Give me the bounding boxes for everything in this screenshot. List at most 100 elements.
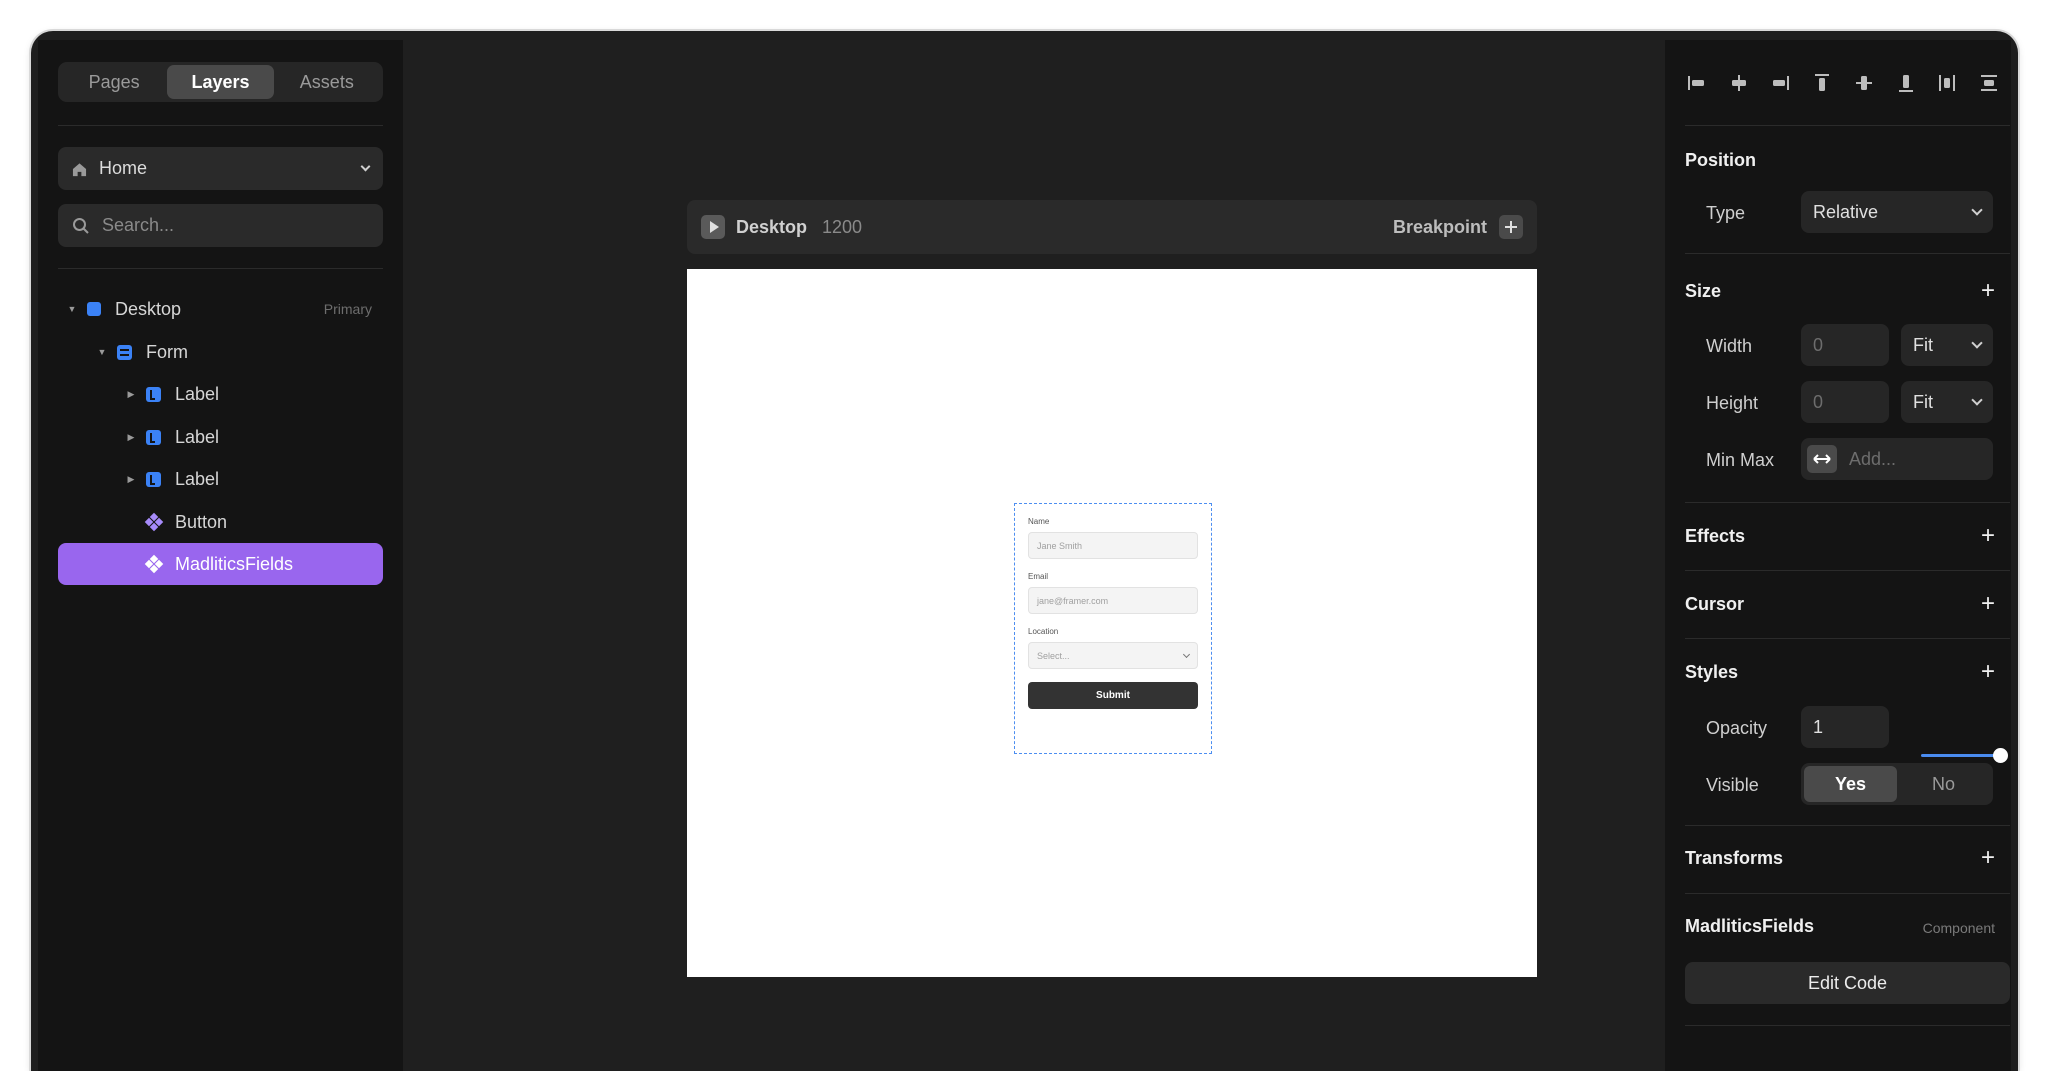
align-center-horizontal-icon[interactable]: [1727, 71, 1751, 95]
divider: [58, 268, 383, 269]
effects-title: Effects: [1685, 526, 1746, 546]
location-label: Location: [1028, 627, 1059, 636]
search-input[interactable]: Search...: [58, 204, 383, 247]
tab-pages[interactable]: Pages: [61, 65, 167, 99]
divider: [1685, 570, 2010, 571]
caret-right-icon[interactable]: ▶: [126, 389, 136, 400]
search-icon: [72, 217, 90, 235]
search-placeholder: Search...: [102, 215, 175, 235]
add-cursor-icon[interactable]: +: [1981, 592, 1995, 616]
layer-label-3[interactable]: ▶ Label: [58, 458, 383, 500]
layer-label: Button: [175, 511, 228, 532]
breakpoint-label: Breakpoint: [1392, 216, 1487, 237]
add-breakpoint-button[interactable]: [1499, 215, 1523, 239]
tab-layers[interactable]: Layers: [167, 65, 274, 99]
tab-assets[interactable]: Assets: [274, 65, 380, 99]
divider: [58, 125, 383, 126]
name-label: Name: [1028, 517, 1050, 526]
play-icon[interactable]: [701, 215, 725, 239]
caret-right-icon[interactable]: ▶: [126, 474, 136, 485]
caret-right-icon[interactable]: ▶: [126, 432, 136, 443]
name-input[interactable]: Jane Smith: [1028, 532, 1198, 559]
breakpoint-name[interactable]: Desktop: [736, 217, 807, 238]
type-label: Type: [1706, 203, 1746, 223]
divider: [1685, 893, 2010, 894]
label-component-icon: [146, 429, 161, 445]
chevron-down-icon: [1971, 204, 1983, 216]
align-top-icon[interactable]: [1810, 71, 1834, 95]
position-title: Position: [1685, 150, 1756, 170]
type-select[interactable]: Relative: [1801, 191, 1993, 233]
width-value: 0: [1813, 334, 1824, 355]
component-icon: [144, 554, 164, 574]
component-icon: [144, 512, 164, 532]
add-effect-icon[interactable]: +: [1981, 524, 1995, 548]
label-component-icon: [146, 471, 161, 487]
layer-button[interactable]: Button: [58, 501, 383, 543]
layer-label: Label: [175, 468, 220, 489]
opacity-slider-handle[interactable]: [1993, 748, 2008, 763]
caret-down-icon[interactable]: ▼: [67, 304, 77, 314]
alignment-toolbar: [1685, 70, 2001, 96]
layer-form[interactable]: ▼ Form: [58, 331, 383, 373]
component-name: MadliticsFields: [1685, 916, 1815, 936]
form-selection[interactable]: Name Jane Smith Email jane@framer.com Lo…: [1014, 503, 1212, 754]
height-input[interactable]: 0: [1801, 381, 1889, 423]
divider: [1685, 502, 2010, 503]
edit-code-button[interactable]: Edit Code: [1685, 962, 2010, 1004]
chevron-down-icon: [360, 161, 371, 172]
add-size-icon[interactable]: +: [1981, 279, 1995, 303]
chevron-down-icon: [1182, 650, 1191, 658]
caret-down-icon[interactable]: ▼: [97, 347, 107, 357]
width-input[interactable]: 0: [1801, 324, 1889, 366]
layer-label: Label: [175, 383, 220, 404]
opacity-input[interactable]: 1: [1801, 706, 1889, 748]
visible-no-option[interactable]: No: [1897, 766, 1990, 802]
desktop-frame[interactable]: Name Jane Smith Email jane@framer.com Lo…: [687, 269, 1537, 977]
submit-button[interactable]: Submit: [1028, 682, 1198, 709]
add-style-icon[interactable]: +: [1981, 660, 1995, 684]
opacity-label: Opacity: [1706, 718, 1768, 738]
minmax-input[interactable]: Add...: [1801, 438, 1993, 480]
divider: [1685, 638, 2010, 639]
divider: [1685, 825, 2010, 826]
distribute-vertical-icon[interactable]: [1977, 71, 2001, 95]
width-label: Width: [1706, 336, 1753, 356]
chevron-down-icon: [1971, 337, 1983, 349]
add-transform-icon[interactable]: +: [1981, 846, 1995, 870]
visible-yes-option[interactable]: Yes: [1804, 766, 1897, 802]
type-value: Relative: [1813, 201, 1879, 222]
visible-toggle: Yes No: [1801, 763, 1993, 805]
layer-label: MadliticsFields: [175, 553, 294, 574]
layer-desktop[interactable]: ▼ Desktop Primary: [58, 288, 383, 330]
resize-horizontal-icon[interactable]: [1807, 445, 1837, 473]
layer-madliticsfields[interactable]: MadliticsFields: [58, 543, 383, 585]
opacity-slider[interactable]: [1921, 754, 2001, 757]
align-center-vertical-icon[interactable]: [1852, 71, 1876, 95]
align-bottom-icon[interactable]: [1894, 71, 1918, 95]
canvas[interactable]: Desktop 1200 Breakpoint Name Jane Smith …: [403, 40, 1665, 1071]
email-input[interactable]: jane@framer.com: [1028, 587, 1198, 614]
layer-label-1[interactable]: ▶ Label: [58, 373, 383, 415]
location-select[interactable]: Select...: [1028, 642, 1198, 669]
align-left-icon[interactable]: [1685, 71, 1709, 95]
breakpoint-width: 1200: [822, 216, 863, 237]
label-component-icon: [146, 386, 161, 402]
styles-title: Styles: [1685, 662, 1739, 682]
layer-label-2[interactable]: ▶ Label: [58, 416, 383, 458]
divider: [1685, 1025, 2010, 1026]
email-placeholder: jane@framer.com: [1037, 595, 1109, 606]
height-label: Height: [1706, 393, 1759, 413]
layer-label: Label: [175, 426, 220, 447]
location-placeholder: Select...: [1037, 650, 1070, 661]
distribute-horizontal-icon[interactable]: [1935, 71, 1959, 95]
divider: [1685, 125, 2010, 126]
layer-label: Desktop: [115, 298, 182, 319]
minmax-placeholder: Add...: [1849, 448, 1897, 469]
width-mode-select[interactable]: Fit: [1901, 324, 1993, 366]
height-mode-select[interactable]: Fit: [1901, 381, 1993, 423]
align-right-icon[interactable]: [1768, 71, 1792, 95]
page-select[interactable]: Home: [58, 147, 383, 190]
layer-label: Form: [146, 341, 188, 362]
component-badge: Component: [1922, 920, 1995, 936]
